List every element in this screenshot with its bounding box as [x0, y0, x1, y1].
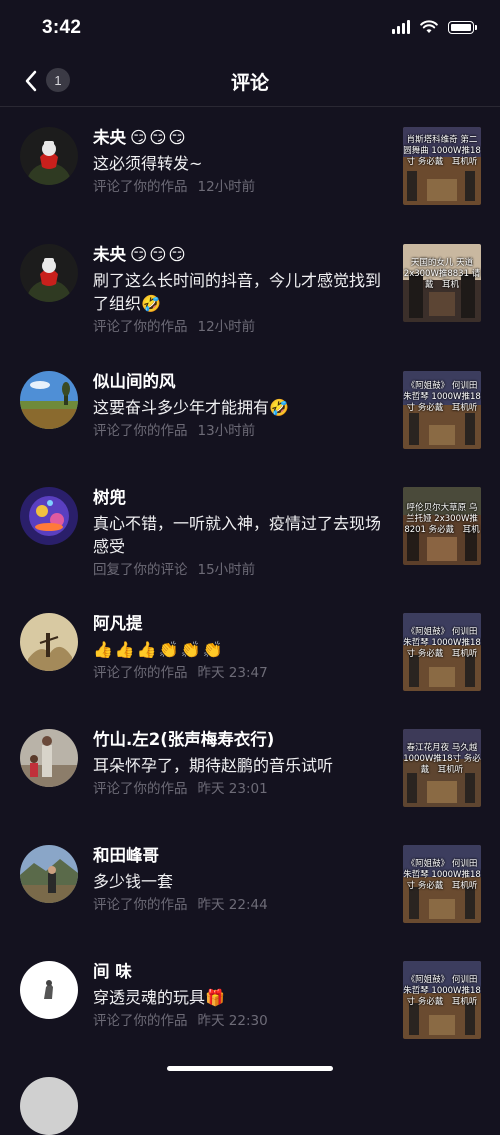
commenter-name[interactable]: 未央 😏😏😏: [93, 244, 393, 266]
comment-meta: 评论了你的作品 昨天 22:44: [93, 897, 268, 913]
commenter-name[interactable]: 似山间的风: [93, 371, 393, 393]
avatar[interactable]: [20, 1077, 78, 1135]
comment-text: 耳朵怀孕了，期待赵鹏的音乐试听: [93, 756, 334, 775]
comment-meta: 评论了你的作品 昨天 23:01: [93, 781, 268, 797]
thumbnail-caption: 春江花月夜 马久越 1000W推18寸 务必戴 耳机听: [403, 743, 481, 775]
avatar[interactable]: [20, 729, 78, 787]
thumbnail-caption: 《阿姐鼓》 何训田朱哲琴 1000W推18寸 务必戴 耳机听: [403, 627, 481, 659]
avatar[interactable]: [20, 613, 78, 671]
cellular-signal-icon: [392, 20, 410, 34]
thumbnail-caption: 肖斯塔科维奇 第二圆舞曲 1000W推18寸 务必戴 耳机听: [403, 135, 481, 167]
nav-bar: 1 评论: [0, 56, 500, 107]
comment-meta: 评论了你的作品 12小时前: [93, 319, 256, 335]
comment-content: 似山间的风 这要奋斗多少年才能拥有🤣 评论了你的作品 13小时前: [93, 371, 393, 441]
comment-meta: 回复了你的评论 15小时前: [93, 562, 256, 578]
comment-text: 这必须得转发~: [93, 154, 203, 173]
name-emoji: 😏😏😏: [130, 245, 188, 264]
comment-text: 刷了这么长时间的抖音，今儿才感觉找到了组织🤣: [93, 271, 382, 313]
avatar[interactable]: [20, 845, 78, 903]
thumbnail-caption: 《阿姐鼓》 何训田朱哲琴 1000W推18寸 务必戴 耳机听: [403, 975, 481, 1007]
status-bar: 3:42: [0, 0, 500, 56]
comment-text: 穿透灵魂的玩具🎁: [93, 988, 225, 1007]
comment-content: 未央 😏😏😏 这必须得转发~ 评论了你的作品 12小时前: [93, 127, 393, 197]
commenter-name[interactable]: 间 味: [93, 961, 393, 983]
comment-content: 竹山.左2(张声梅寿衣行) 耳朵怀孕了，期待赵鹏的音乐试听 评论了你的作品 昨天 …: [93, 729, 393, 799]
wifi-icon: [420, 20, 438, 33]
avatar[interactable]: [20, 961, 78, 1019]
name-emoji: 😏😏😏: [130, 128, 188, 147]
commenter-name[interactable]: 树兜: [93, 487, 393, 509]
video-thumbnail[interactable]: 呼伦贝尔大草原 乌兰托娅 2x300W推8201 务必戴 耳机: [403, 487, 481, 565]
comment-meta: 评论了你的作品 13小时前: [93, 423, 256, 439]
home-indicator[interactable]: [167, 1066, 333, 1071]
video-thumbnail[interactable]: 肖斯塔科维奇 第二圆舞曲 1000W推18寸 务必戴 耳机听: [403, 127, 481, 205]
video-thumbnail[interactable]: 《阿姐鼓》 何训田朱哲琴 1000W推18寸 务必戴 耳机听: [403, 845, 481, 923]
thumbnail-caption: 《阿姐鼓》 何训田朱哲琴 1000W推18寸 务必戴 耳机听: [403, 381, 481, 413]
video-thumbnail[interactable]: 天国的女儿 天道 2x300W推8831 请戴 耳机: [403, 244, 481, 322]
commenter-name[interactable]: 未央 😏😏😏: [93, 127, 393, 149]
comment-text: 👍👍👍👏👏👏: [93, 640, 225, 659]
comment-content: 树兜 真心不错，一听就入神，疫情过了去现场感受 回复了你的评论 15小时前: [93, 487, 393, 580]
avatar[interactable]: [20, 127, 78, 185]
thumbnail-caption: 天国的女儿 天道 2x300W推8831 请戴 耳机: [403, 258, 481, 290]
video-thumbnail[interactable]: 《阿姐鼓》 何训田朱哲琴 1000W推18寸 务必戴 耳机听: [403, 371, 481, 449]
avatar[interactable]: [20, 371, 78, 429]
comment-text: 真心不错，一听就入神，疫情过了去现场感受: [93, 514, 382, 556]
thumbnail-caption: 呼伦贝尔大草原 乌兰托娅 2x300W推8201 务必戴 耳机: [404, 503, 480, 535]
battery-icon: [448, 20, 477, 34]
status-icons: [392, 20, 477, 34]
thumbnail-caption: 《阿姐鼓》 何训田朱哲琴 1000W推18寸 务必戴 耳机听: [403, 859, 481, 891]
video-thumbnail[interactable]: 春江花月夜 马久越 1000W推18寸 务必戴 耳机听: [403, 729, 481, 807]
page-title: 评论: [230, 72, 269, 94]
comment-text: 这要奋斗多少年才能拥有🤣: [93, 398, 289, 417]
commenter-name[interactable]: 竹山.左2(张声梅寿衣行): [93, 729, 393, 751]
video-thumbnail[interactable]: 《阿姐鼓》 何训田朱哲琴 1000W推18寸 务必戴 耳机听: [403, 613, 481, 691]
commenter-name[interactable]: 和田峰哥: [93, 845, 393, 867]
comment-text: 多少钱一套: [93, 872, 174, 891]
avatar[interactable]: [20, 487, 78, 545]
comment-content: 和田峰哥 多少钱一套 评论了你的作品 昨天 22:44: [93, 845, 393, 915]
comment-content: 未央 😏😏😏 刷了这么长时间的抖音，今儿才感觉找到了组织🤣 评论了你的作品 12小时…: [93, 244, 393, 337]
commenter-name[interactable]: 阿凡提: [93, 613, 393, 635]
comment-content: 阿凡提 👍👍👍👏👏👏 评论了你的作品 昨天 23:47: [93, 613, 393, 683]
comment-meta: 评论了你的作品 12小时前: [93, 179, 256, 195]
avatar[interactable]: [20, 244, 78, 302]
comment-content: 间 味 穿透灵魂的玩具🎁 评论了你的作品 昨天 22:30: [93, 961, 393, 1031]
video-thumbnail[interactable]: 《阿姐鼓》 何训田朱哲琴 1000W推18寸 务必戴 耳机听: [403, 961, 481, 1039]
comment-meta: 评论了你的作品 昨天 22:30: [93, 1013, 268, 1029]
comment-meta: 评论了你的作品 昨天 23:47: [93, 665, 268, 681]
status-time: 3:42: [42, 17, 82, 38]
